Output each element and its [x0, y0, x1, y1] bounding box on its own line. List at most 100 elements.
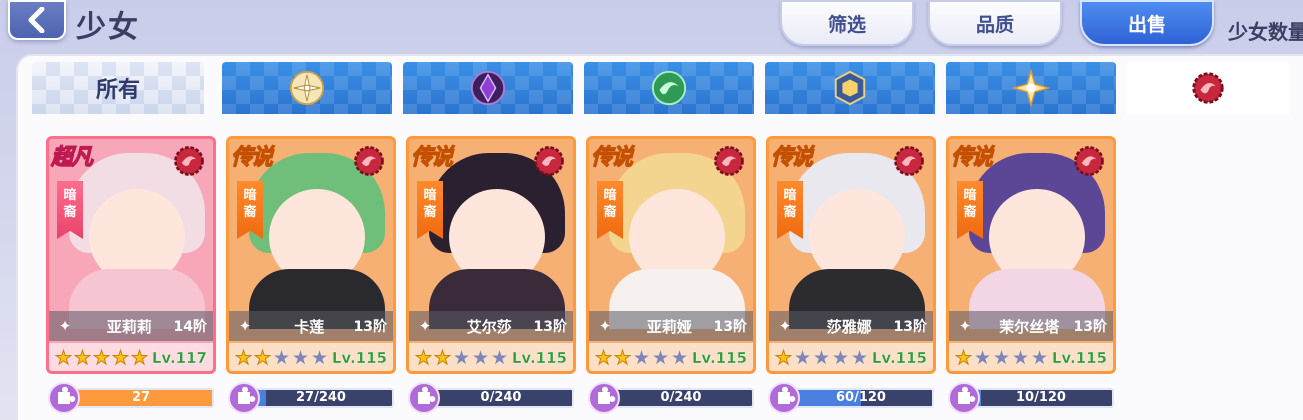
- character-name: 艾尔莎: [466, 317, 512, 336]
- puzzle-shard-icon: [768, 382, 800, 414]
- faction-text: 暗: [63, 188, 77, 203]
- character-info-bar: ✦ 茉尔丝塔 13阶: [949, 311, 1113, 341]
- puzzle-shard-icon: [48, 382, 80, 414]
- faction-text: 裔: [423, 205, 437, 220]
- shard-progress: 0/240: [586, 380, 756, 414]
- puzzle-shard-icon: [948, 382, 980, 414]
- filter-button[interactable]: 筛选: [780, 0, 914, 46]
- character-level: Lv.115: [511, 349, 567, 367]
- character-info-bar: ✦ 亚莉莉 14阶: [49, 311, 213, 341]
- rarity-badge: 超凡: [51, 145, 94, 171]
- character-level: Lv.115: [871, 349, 927, 367]
- star-icon: ★: [472, 347, 490, 369]
- tab-wind[interactable]: [584, 62, 754, 114]
- faction-ribbon: 暗 裔: [57, 181, 83, 239]
- character-level: Lv.115: [1051, 349, 1107, 367]
- shard-progress: 27/240: [226, 380, 396, 414]
- shard-progress-bar: 60/120: [788, 388, 934, 408]
- character-rank: 13阶: [353, 319, 387, 335]
- character-card[interactable]: 传说 暗 裔 ✦ 艾尔莎 13阶 ★ ★ ★ ★ ★ Lv.115: [406, 136, 576, 374]
- tab-dark[interactable]: [403, 62, 573, 114]
- character-card[interactable]: 传说 暗 裔 ✦ 茉尔丝塔 13阶 ★ ★ ★ ★ ★ Lv.115: [946, 136, 1116, 374]
- shard-count: 60/120: [836, 390, 886, 405]
- sell-button[interactable]: 出售: [1080, 0, 1214, 46]
- rarity-badge: 传说: [231, 145, 274, 171]
- puzzle-shard-icon: [228, 382, 260, 414]
- shield-class-icon: ✦: [418, 317, 432, 335]
- character-name: 卡莲: [294, 317, 325, 336]
- shard-count: 0/240: [480, 390, 522, 405]
- star-icon: ★: [595, 347, 613, 369]
- character-level: Lv.115: [331, 349, 387, 367]
- rarity-badge: 传说: [771, 145, 814, 171]
- wings-class-icon: ✦: [238, 317, 252, 335]
- character-info-bar: ✦ 卡莲 13阶: [229, 311, 393, 341]
- back-button[interactable]: [8, 0, 66, 40]
- character-name: 莎雅娜: [826, 317, 872, 336]
- faction-text: 裔: [243, 205, 257, 220]
- wind-element-icon: [651, 70, 687, 106]
- faction-ribbon: 暗 裔: [777, 181, 803, 239]
- star-element-icon: [1012, 69, 1050, 107]
- star-icon: ★: [292, 347, 310, 369]
- character-card[interactable]: 传说 暗 裔 ✦ 亚莉娅 13阶 ★ ★ ★ ★ ★ Lv.115: [586, 136, 756, 374]
- character-card[interactable]: 超凡 暗 裔 ✦ 亚莉莉 14阶 ★ ★ ★ ★ ★ Lv.117: [46, 136, 216, 374]
- star-rating: ★ ★ ★ ★ ★ Lv.115: [409, 343, 573, 371]
- light-element-icon: [289, 70, 325, 106]
- star-rating: ★ ★ ★ ★ ★ Lv.117: [49, 343, 213, 371]
- page-title: 少女: [76, 10, 140, 45]
- faction-text: 暗: [963, 188, 977, 203]
- star-icon: ★: [131, 347, 149, 369]
- star-icon: ★: [235, 347, 253, 369]
- rarity-badge: 传说: [951, 145, 994, 171]
- faction-ribbon: 暗 裔: [237, 181, 263, 239]
- character-info-bar: ✦ 莎雅娜 13阶: [769, 311, 933, 341]
- character-rank: 13阶: [713, 319, 747, 335]
- faction-ribbon: 暗 裔: [597, 181, 623, 239]
- chevron-left-icon: [28, 7, 45, 33]
- tab-all-label: 所有: [95, 78, 140, 103]
- star-icon: ★: [74, 347, 92, 369]
- tab-all[interactable]: 所有: [32, 62, 204, 114]
- blood-element-icon: [894, 146, 924, 176]
- star-icon: ★: [254, 347, 272, 369]
- character-level: Lv.117: [151, 349, 207, 367]
- girl-count-label: 少女数量: [1228, 20, 1303, 44]
- faction-ribbon: 暗 裔: [957, 181, 983, 239]
- star-icon: ★: [974, 347, 992, 369]
- tab-light[interactable]: [222, 62, 392, 114]
- faction-text: 暗: [243, 188, 257, 203]
- character-info-bar: ✦ 亚莉娅 13阶: [589, 311, 753, 341]
- star-icon: ★: [1031, 347, 1049, 369]
- tab-earth[interactable]: [765, 62, 935, 114]
- blood-element-icon: [354, 146, 384, 176]
- blood-element-icon: [1192, 72, 1224, 104]
- puzzle-shard-icon: [588, 382, 620, 414]
- star-icon: ★: [491, 347, 509, 369]
- faction-text: 暗: [783, 188, 797, 203]
- star-icon: ★: [112, 347, 130, 369]
- star-rating: ★ ★ ★ ★ ★ Lv.115: [769, 343, 933, 371]
- star-icon: ★: [671, 347, 689, 369]
- character-rank: 13阶: [1073, 319, 1107, 335]
- star-icon: ★: [415, 347, 433, 369]
- tab-blood[interactable]: [1127, 62, 1289, 114]
- character-card[interactable]: 传说 暗 裔 ✦ 卡莲 13阶 ★ ★ ★ ★ ★ Lv.115: [226, 136, 396, 374]
- character-name: 茉尔丝塔: [999, 317, 1060, 336]
- quality-button[interactable]: 品质: [928, 0, 1062, 46]
- shard-progress-bar: 0/240: [428, 388, 574, 408]
- wings-class-icon: ✦: [598, 317, 612, 335]
- earth-element-icon: [834, 70, 866, 106]
- dark-purple-element-icon: [470, 70, 506, 106]
- star-rating: ★ ★ ★ ★ ★ Lv.115: [949, 343, 1113, 371]
- shard-count: 27: [131, 390, 151, 405]
- star-icon: ★: [832, 347, 850, 369]
- shard-progress: 60/120: [766, 380, 936, 414]
- star-icon: ★: [775, 347, 793, 369]
- shard-progress: 10/120: [946, 380, 1116, 414]
- character-card[interactable]: 传说 暗 裔 ✦ 莎雅娜 13阶 ★ ★ ★ ★ ★ Lv.115: [766, 136, 936, 374]
- blood-element-icon: [1074, 146, 1104, 176]
- star-icon: ★: [434, 347, 452, 369]
- star-icon: ★: [993, 347, 1011, 369]
- tab-star[interactable]: [946, 62, 1116, 114]
